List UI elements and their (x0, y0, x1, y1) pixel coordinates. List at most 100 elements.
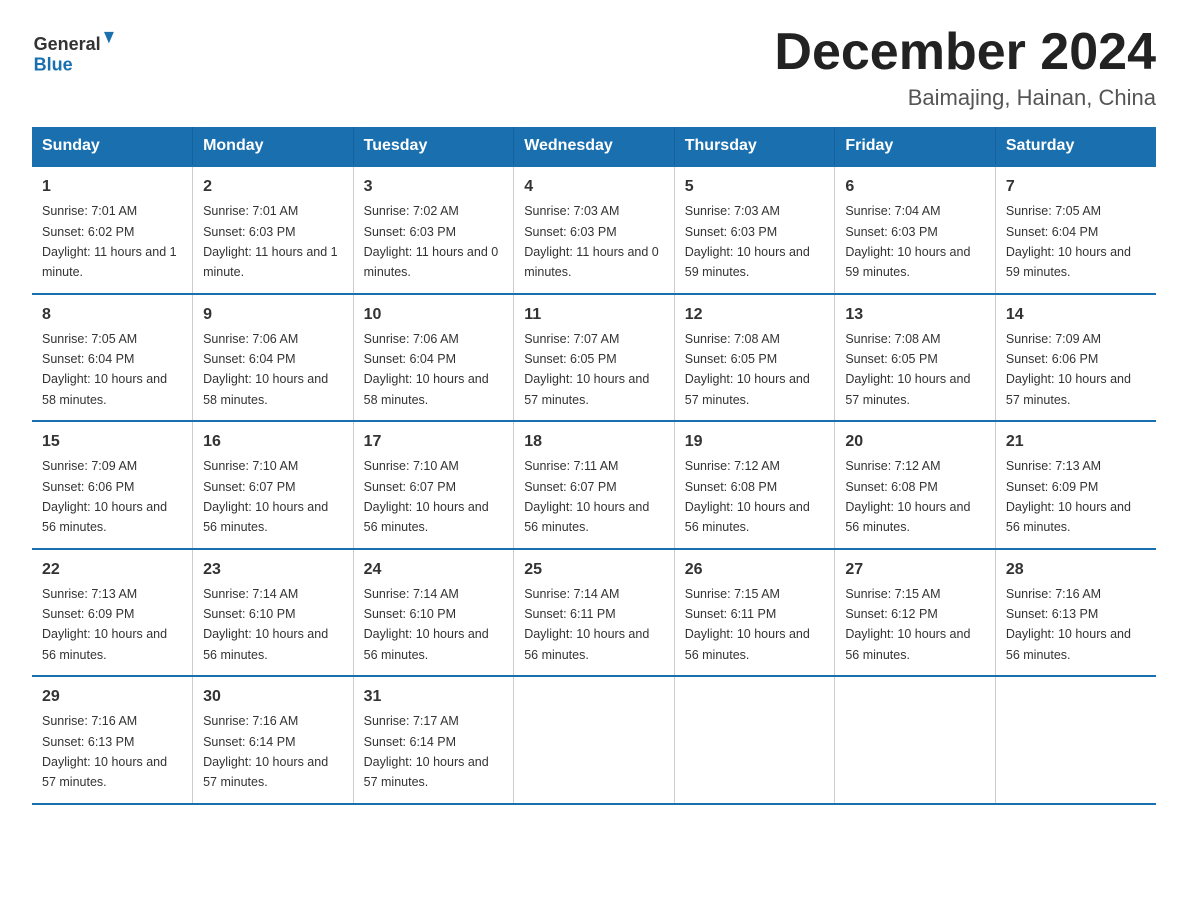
calendar-cell: 10 Sunrise: 7:06 AMSunset: 6:04 PMDaylig… (353, 294, 514, 422)
day-info: Sunrise: 7:14 AMSunset: 6:10 PMDaylight:… (203, 587, 328, 662)
day-info: Sunrise: 7:14 AMSunset: 6:11 PMDaylight:… (524, 587, 649, 662)
title-block: December 2024 Baimajing, Hainan, China (774, 24, 1156, 111)
day-info: Sunrise: 7:07 AMSunset: 6:05 PMDaylight:… (524, 332, 649, 407)
calendar-week-row: 1 Sunrise: 7:01 AMSunset: 6:02 PMDayligh… (32, 166, 1156, 294)
day-info: Sunrise: 7:13 AMSunset: 6:09 PMDaylight:… (1006, 459, 1131, 534)
calendar-cell (674, 676, 835, 804)
location: Baimajing, Hainan, China (774, 85, 1156, 111)
day-info: Sunrise: 7:01 AMSunset: 6:03 PMDaylight:… (203, 204, 338, 279)
calendar-cell: 23 Sunrise: 7:14 AMSunset: 6:10 PMDaylig… (193, 549, 354, 677)
weekday-header-tuesday: Tuesday (353, 127, 514, 166)
day-info: Sunrise: 7:14 AMSunset: 6:10 PMDaylight:… (364, 587, 489, 662)
day-number: 21 (1006, 430, 1146, 454)
day-number: 28 (1006, 558, 1146, 582)
calendar-cell: 13 Sunrise: 7:08 AMSunset: 6:05 PMDaylig… (835, 294, 996, 422)
day-number: 18 (524, 430, 664, 454)
day-info: Sunrise: 7:13 AMSunset: 6:09 PMDaylight:… (42, 587, 167, 662)
day-info: Sunrise: 7:17 AMSunset: 6:14 PMDaylight:… (364, 714, 489, 789)
day-info: Sunrise: 7:08 AMSunset: 6:05 PMDaylight:… (845, 332, 970, 407)
weekday-header-row: SundayMondayTuesdayWednesdayThursdayFrid… (32, 127, 1156, 166)
day-number: 2 (203, 175, 343, 199)
day-info: Sunrise: 7:16 AMSunset: 6:13 PMDaylight:… (1006, 587, 1131, 662)
day-number: 27 (845, 558, 985, 582)
day-number: 10 (364, 303, 504, 327)
svg-text:Blue: Blue (34, 54, 73, 74)
logo: General Blue (32, 24, 122, 84)
day-info: Sunrise: 7:05 AMSunset: 6:04 PMDaylight:… (1006, 204, 1131, 279)
calendar-cell: 6 Sunrise: 7:04 AMSunset: 6:03 PMDayligh… (835, 166, 996, 294)
calendar-week-row: 15 Sunrise: 7:09 AMSunset: 6:06 PMDaylig… (32, 421, 1156, 549)
day-number: 7 (1006, 175, 1146, 199)
weekday-header-wednesday: Wednesday (514, 127, 675, 166)
calendar-cell: 18 Sunrise: 7:11 AMSunset: 6:07 PMDaylig… (514, 421, 675, 549)
day-number: 1 (42, 175, 182, 199)
day-info: Sunrise: 7:06 AMSunset: 6:04 PMDaylight:… (203, 332, 328, 407)
day-number: 11 (524, 303, 664, 327)
calendar-table: SundayMondayTuesdayWednesdayThursdayFrid… (32, 127, 1156, 805)
calendar-cell: 11 Sunrise: 7:07 AMSunset: 6:05 PMDaylig… (514, 294, 675, 422)
day-info: Sunrise: 7:03 AMSunset: 6:03 PMDaylight:… (685, 204, 810, 279)
day-number: 25 (524, 558, 664, 582)
logo-svg: General Blue (32, 24, 122, 84)
calendar-week-row: 8 Sunrise: 7:05 AMSunset: 6:04 PMDayligh… (32, 294, 1156, 422)
day-number: 9 (203, 303, 343, 327)
calendar-cell: 1 Sunrise: 7:01 AMSunset: 6:02 PMDayligh… (32, 166, 193, 294)
weekday-header-saturday: Saturday (995, 127, 1156, 166)
weekday-header-sunday: Sunday (32, 127, 193, 166)
page-header: General Blue December 2024 Baimajing, Ha… (32, 24, 1156, 111)
calendar-cell: 29 Sunrise: 7:16 AMSunset: 6:13 PMDaylig… (32, 676, 193, 804)
day-number: 30 (203, 685, 343, 709)
weekday-header-monday: Monday (193, 127, 354, 166)
day-info: Sunrise: 7:16 AMSunset: 6:13 PMDaylight:… (42, 714, 167, 789)
calendar-cell: 28 Sunrise: 7:16 AMSunset: 6:13 PMDaylig… (995, 549, 1156, 677)
calendar-cell: 15 Sunrise: 7:09 AMSunset: 6:06 PMDaylig… (32, 421, 193, 549)
calendar-cell (514, 676, 675, 804)
day-info: Sunrise: 7:15 AMSunset: 6:11 PMDaylight:… (685, 587, 810, 662)
day-number: 20 (845, 430, 985, 454)
weekday-header-friday: Friday (835, 127, 996, 166)
calendar-cell: 9 Sunrise: 7:06 AMSunset: 6:04 PMDayligh… (193, 294, 354, 422)
svg-text:General: General (34, 34, 101, 54)
day-info: Sunrise: 7:16 AMSunset: 6:14 PMDaylight:… (203, 714, 328, 789)
calendar-cell: 27 Sunrise: 7:15 AMSunset: 6:12 PMDaylig… (835, 549, 996, 677)
day-info: Sunrise: 7:02 AMSunset: 6:03 PMDaylight:… (364, 204, 499, 279)
day-info: Sunrise: 7:09 AMSunset: 6:06 PMDaylight:… (1006, 332, 1131, 407)
day-info: Sunrise: 7:12 AMSunset: 6:08 PMDaylight:… (845, 459, 970, 534)
day-info: Sunrise: 7:12 AMSunset: 6:08 PMDaylight:… (685, 459, 810, 534)
calendar-cell: 8 Sunrise: 7:05 AMSunset: 6:04 PMDayligh… (32, 294, 193, 422)
calendar-cell: 5 Sunrise: 7:03 AMSunset: 6:03 PMDayligh… (674, 166, 835, 294)
calendar-cell: 7 Sunrise: 7:05 AMSunset: 6:04 PMDayligh… (995, 166, 1156, 294)
calendar-cell: 24 Sunrise: 7:14 AMSunset: 6:10 PMDaylig… (353, 549, 514, 677)
day-number: 24 (364, 558, 504, 582)
day-number: 22 (42, 558, 182, 582)
calendar-cell: 25 Sunrise: 7:14 AMSunset: 6:11 PMDaylig… (514, 549, 675, 677)
day-number: 19 (685, 430, 825, 454)
day-info: Sunrise: 7:10 AMSunset: 6:07 PMDaylight:… (364, 459, 489, 534)
calendar-cell: 17 Sunrise: 7:10 AMSunset: 6:07 PMDaylig… (353, 421, 514, 549)
calendar-cell: 19 Sunrise: 7:12 AMSunset: 6:08 PMDaylig… (674, 421, 835, 549)
day-info: Sunrise: 7:05 AMSunset: 6:04 PMDaylight:… (42, 332, 167, 407)
calendar-cell: 30 Sunrise: 7:16 AMSunset: 6:14 PMDaylig… (193, 676, 354, 804)
day-number: 29 (42, 685, 182, 709)
calendar-cell: 4 Sunrise: 7:03 AMSunset: 6:03 PMDayligh… (514, 166, 675, 294)
calendar-cell: 3 Sunrise: 7:02 AMSunset: 6:03 PMDayligh… (353, 166, 514, 294)
day-info: Sunrise: 7:10 AMSunset: 6:07 PMDaylight:… (203, 459, 328, 534)
calendar-cell: 2 Sunrise: 7:01 AMSunset: 6:03 PMDayligh… (193, 166, 354, 294)
day-info: Sunrise: 7:01 AMSunset: 6:02 PMDaylight:… (42, 204, 177, 279)
calendar-cell (995, 676, 1156, 804)
calendar-cell: 14 Sunrise: 7:09 AMSunset: 6:06 PMDaylig… (995, 294, 1156, 422)
day-number: 14 (1006, 303, 1146, 327)
calendar-week-row: 29 Sunrise: 7:16 AMSunset: 6:13 PMDaylig… (32, 676, 1156, 804)
day-number: 5 (685, 175, 825, 199)
day-number: 3 (364, 175, 504, 199)
calendar-cell: 21 Sunrise: 7:13 AMSunset: 6:09 PMDaylig… (995, 421, 1156, 549)
day-number: 8 (42, 303, 182, 327)
weekday-header-thursday: Thursday (674, 127, 835, 166)
calendar-cell: 26 Sunrise: 7:15 AMSunset: 6:11 PMDaylig… (674, 549, 835, 677)
day-number: 23 (203, 558, 343, 582)
day-number: 15 (42, 430, 182, 454)
calendar-cell (835, 676, 996, 804)
day-info: Sunrise: 7:15 AMSunset: 6:12 PMDaylight:… (845, 587, 970, 662)
month-title: December 2024 (774, 24, 1156, 81)
calendar-cell: 31 Sunrise: 7:17 AMSunset: 6:14 PMDaylig… (353, 676, 514, 804)
